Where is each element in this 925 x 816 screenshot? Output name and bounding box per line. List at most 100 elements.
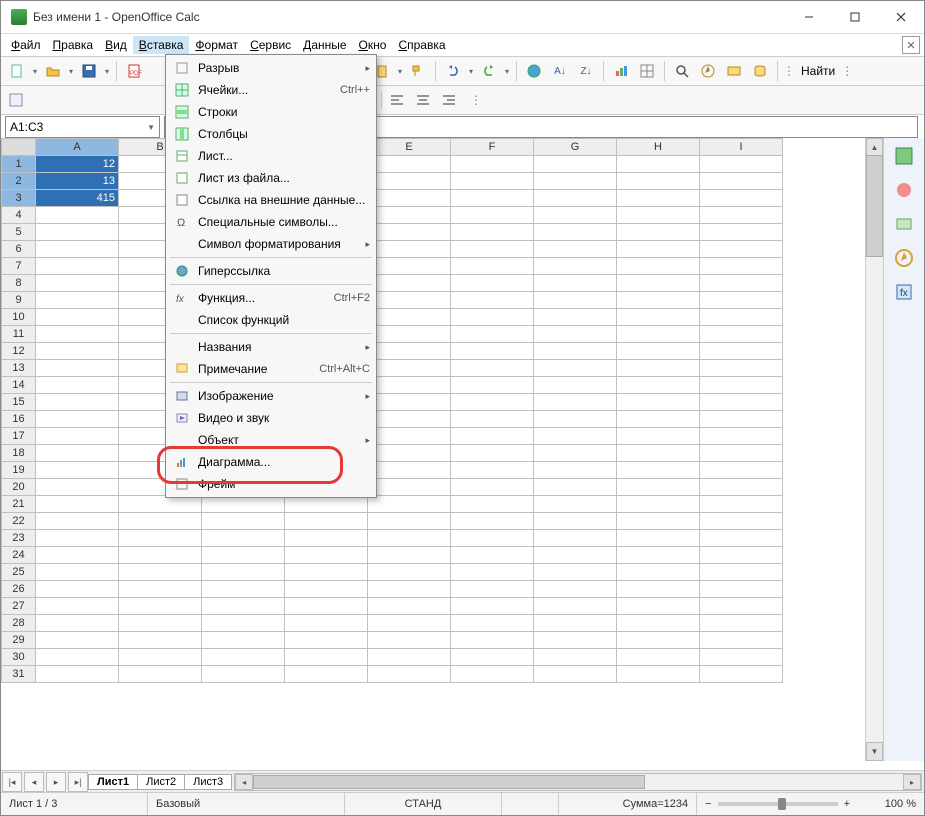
row-header-10[interactable]: 10 [2, 309, 36, 326]
cell-I5[interactable] [700, 224, 783, 241]
datasource-icon[interactable] [748, 59, 772, 83]
cell-D31[interactable] [285, 666, 368, 683]
cell-A28[interactable] [36, 615, 119, 632]
cell-H27[interactable] [617, 598, 700, 615]
menu-item-hyperlink[interactable]: Гиперссылка [166, 260, 376, 282]
undo-icon[interactable] [441, 59, 465, 83]
cell-E27[interactable] [368, 598, 451, 615]
cell-A5[interactable] [36, 224, 119, 241]
menu-item-names[interactable]: Названия▸ [166, 336, 376, 358]
cell-G15[interactable] [534, 394, 617, 411]
scroll-down-icon[interactable]: ▼ [866, 742, 883, 761]
cell-H21[interactable] [617, 496, 700, 513]
cell-F18[interactable] [451, 445, 534, 462]
row-header-14[interactable]: 14 [2, 377, 36, 394]
cell-H25[interactable] [617, 564, 700, 581]
new-doc-icon[interactable] [5, 59, 29, 83]
chart-toolbar-icon[interactable] [609, 59, 633, 83]
cell-G23[interactable] [534, 530, 617, 547]
menu-item-frame[interactable]: Фрейм [166, 473, 376, 495]
cell-F29[interactable] [451, 632, 534, 649]
cell-G10[interactable] [534, 309, 617, 326]
align-center-icon[interactable] [412, 89, 434, 111]
cell-I30[interactable] [700, 649, 783, 666]
row-header-4[interactable]: 4 [2, 207, 36, 224]
cell-H29[interactable] [617, 632, 700, 649]
cell-I6[interactable] [700, 241, 783, 258]
cell-I13[interactable] [700, 360, 783, 377]
cell-A30[interactable] [36, 649, 119, 666]
cell-H31[interactable] [617, 666, 700, 683]
sort-desc-icon[interactable]: Z↓ [574, 59, 598, 83]
cell-E9[interactable] [368, 292, 451, 309]
menu-данные[interactable]: Данные [297, 36, 352, 54]
cell-G16[interactable] [534, 411, 617, 428]
cell-H5[interactable] [617, 224, 700, 241]
cell-G1[interactable] [534, 156, 617, 173]
menu-формат[interactable]: Формат [189, 36, 244, 54]
cell-H23[interactable] [617, 530, 700, 547]
cell-A18[interactable] [36, 445, 119, 462]
tab-last-icon[interactable]: ▸| [68, 772, 88, 792]
sidepanel-navigator-icon[interactable] [892, 246, 916, 270]
cell-F3[interactable] [451, 190, 534, 207]
menu-вид[interactable]: Вид [99, 36, 133, 54]
cell-F2[interactable] [451, 173, 534, 190]
row-header-31[interactable]: 31 [2, 666, 36, 683]
cell-F13[interactable] [451, 360, 534, 377]
cell-I7[interactable] [700, 258, 783, 275]
cell-F16[interactable] [451, 411, 534, 428]
row-header-9[interactable]: 9 [2, 292, 36, 309]
menu-item-sheetfile[interactable]: Лист из файла... [166, 167, 376, 189]
cell-B25[interactable] [119, 564, 202, 581]
cell-I29[interactable] [700, 632, 783, 649]
cell-F24[interactable] [451, 547, 534, 564]
cell-G3[interactable] [534, 190, 617, 207]
cell-F9[interactable] [451, 292, 534, 309]
sidepanel-gallery-icon[interactable] [892, 212, 916, 236]
cell-F14[interactable] [451, 377, 534, 394]
cell-B21[interactable] [119, 496, 202, 513]
row-header-6[interactable]: 6 [2, 241, 36, 258]
name-box[interactable]: A1:C3 ▼ [5, 116, 160, 138]
row-header-19[interactable]: 19 [2, 462, 36, 479]
menu-item-specialchar[interactable]: ΩСпециальные символы... [166, 211, 376, 233]
row-header-8[interactable]: 8 [2, 275, 36, 292]
cell-F27[interactable] [451, 598, 534, 615]
align-left-icon[interactable] [386, 89, 408, 111]
cell-D27[interactable] [285, 598, 368, 615]
tab-prev-icon[interactable]: ◂ [24, 772, 44, 792]
cell-B31[interactable] [119, 666, 202, 683]
cell-A20[interactable] [36, 479, 119, 496]
cell-G5[interactable] [534, 224, 617, 241]
row-header-2[interactable]: 2 [2, 173, 36, 190]
cell-D29[interactable] [285, 632, 368, 649]
cell-E30[interactable] [368, 649, 451, 666]
cell-A26[interactable] [36, 581, 119, 598]
row-header-28[interactable]: 28 [2, 615, 36, 632]
cell-F1[interactable] [451, 156, 534, 173]
hyperlink-toolbar-icon[interactable] [522, 59, 546, 83]
cell-F31[interactable] [451, 666, 534, 683]
cell-F7[interactable] [451, 258, 534, 275]
row-header-29[interactable]: 29 [2, 632, 36, 649]
cell-B27[interactable] [119, 598, 202, 615]
cell-I14[interactable] [700, 377, 783, 394]
cell-F19[interactable] [451, 462, 534, 479]
hscroll-right-icon[interactable]: ▸ [903, 774, 921, 790]
row-header-24[interactable]: 24 [2, 547, 36, 564]
cell-C21[interactable] [202, 496, 285, 513]
cell-G31[interactable] [534, 666, 617, 683]
cell-A2[interactable]: 13 [36, 173, 119, 190]
cell-A24[interactable] [36, 547, 119, 564]
cell-A9[interactable] [36, 292, 119, 309]
cell-H16[interactable] [617, 411, 700, 428]
navigator-icon[interactable] [696, 59, 720, 83]
cell-E14[interactable] [368, 377, 451, 394]
cell-B24[interactable] [119, 547, 202, 564]
cell-G13[interactable] [534, 360, 617, 377]
cell-D25[interactable] [285, 564, 368, 581]
cell-H2[interactable] [617, 173, 700, 190]
cell-G9[interactable] [534, 292, 617, 309]
col-header-H[interactable]: H [617, 139, 700, 156]
